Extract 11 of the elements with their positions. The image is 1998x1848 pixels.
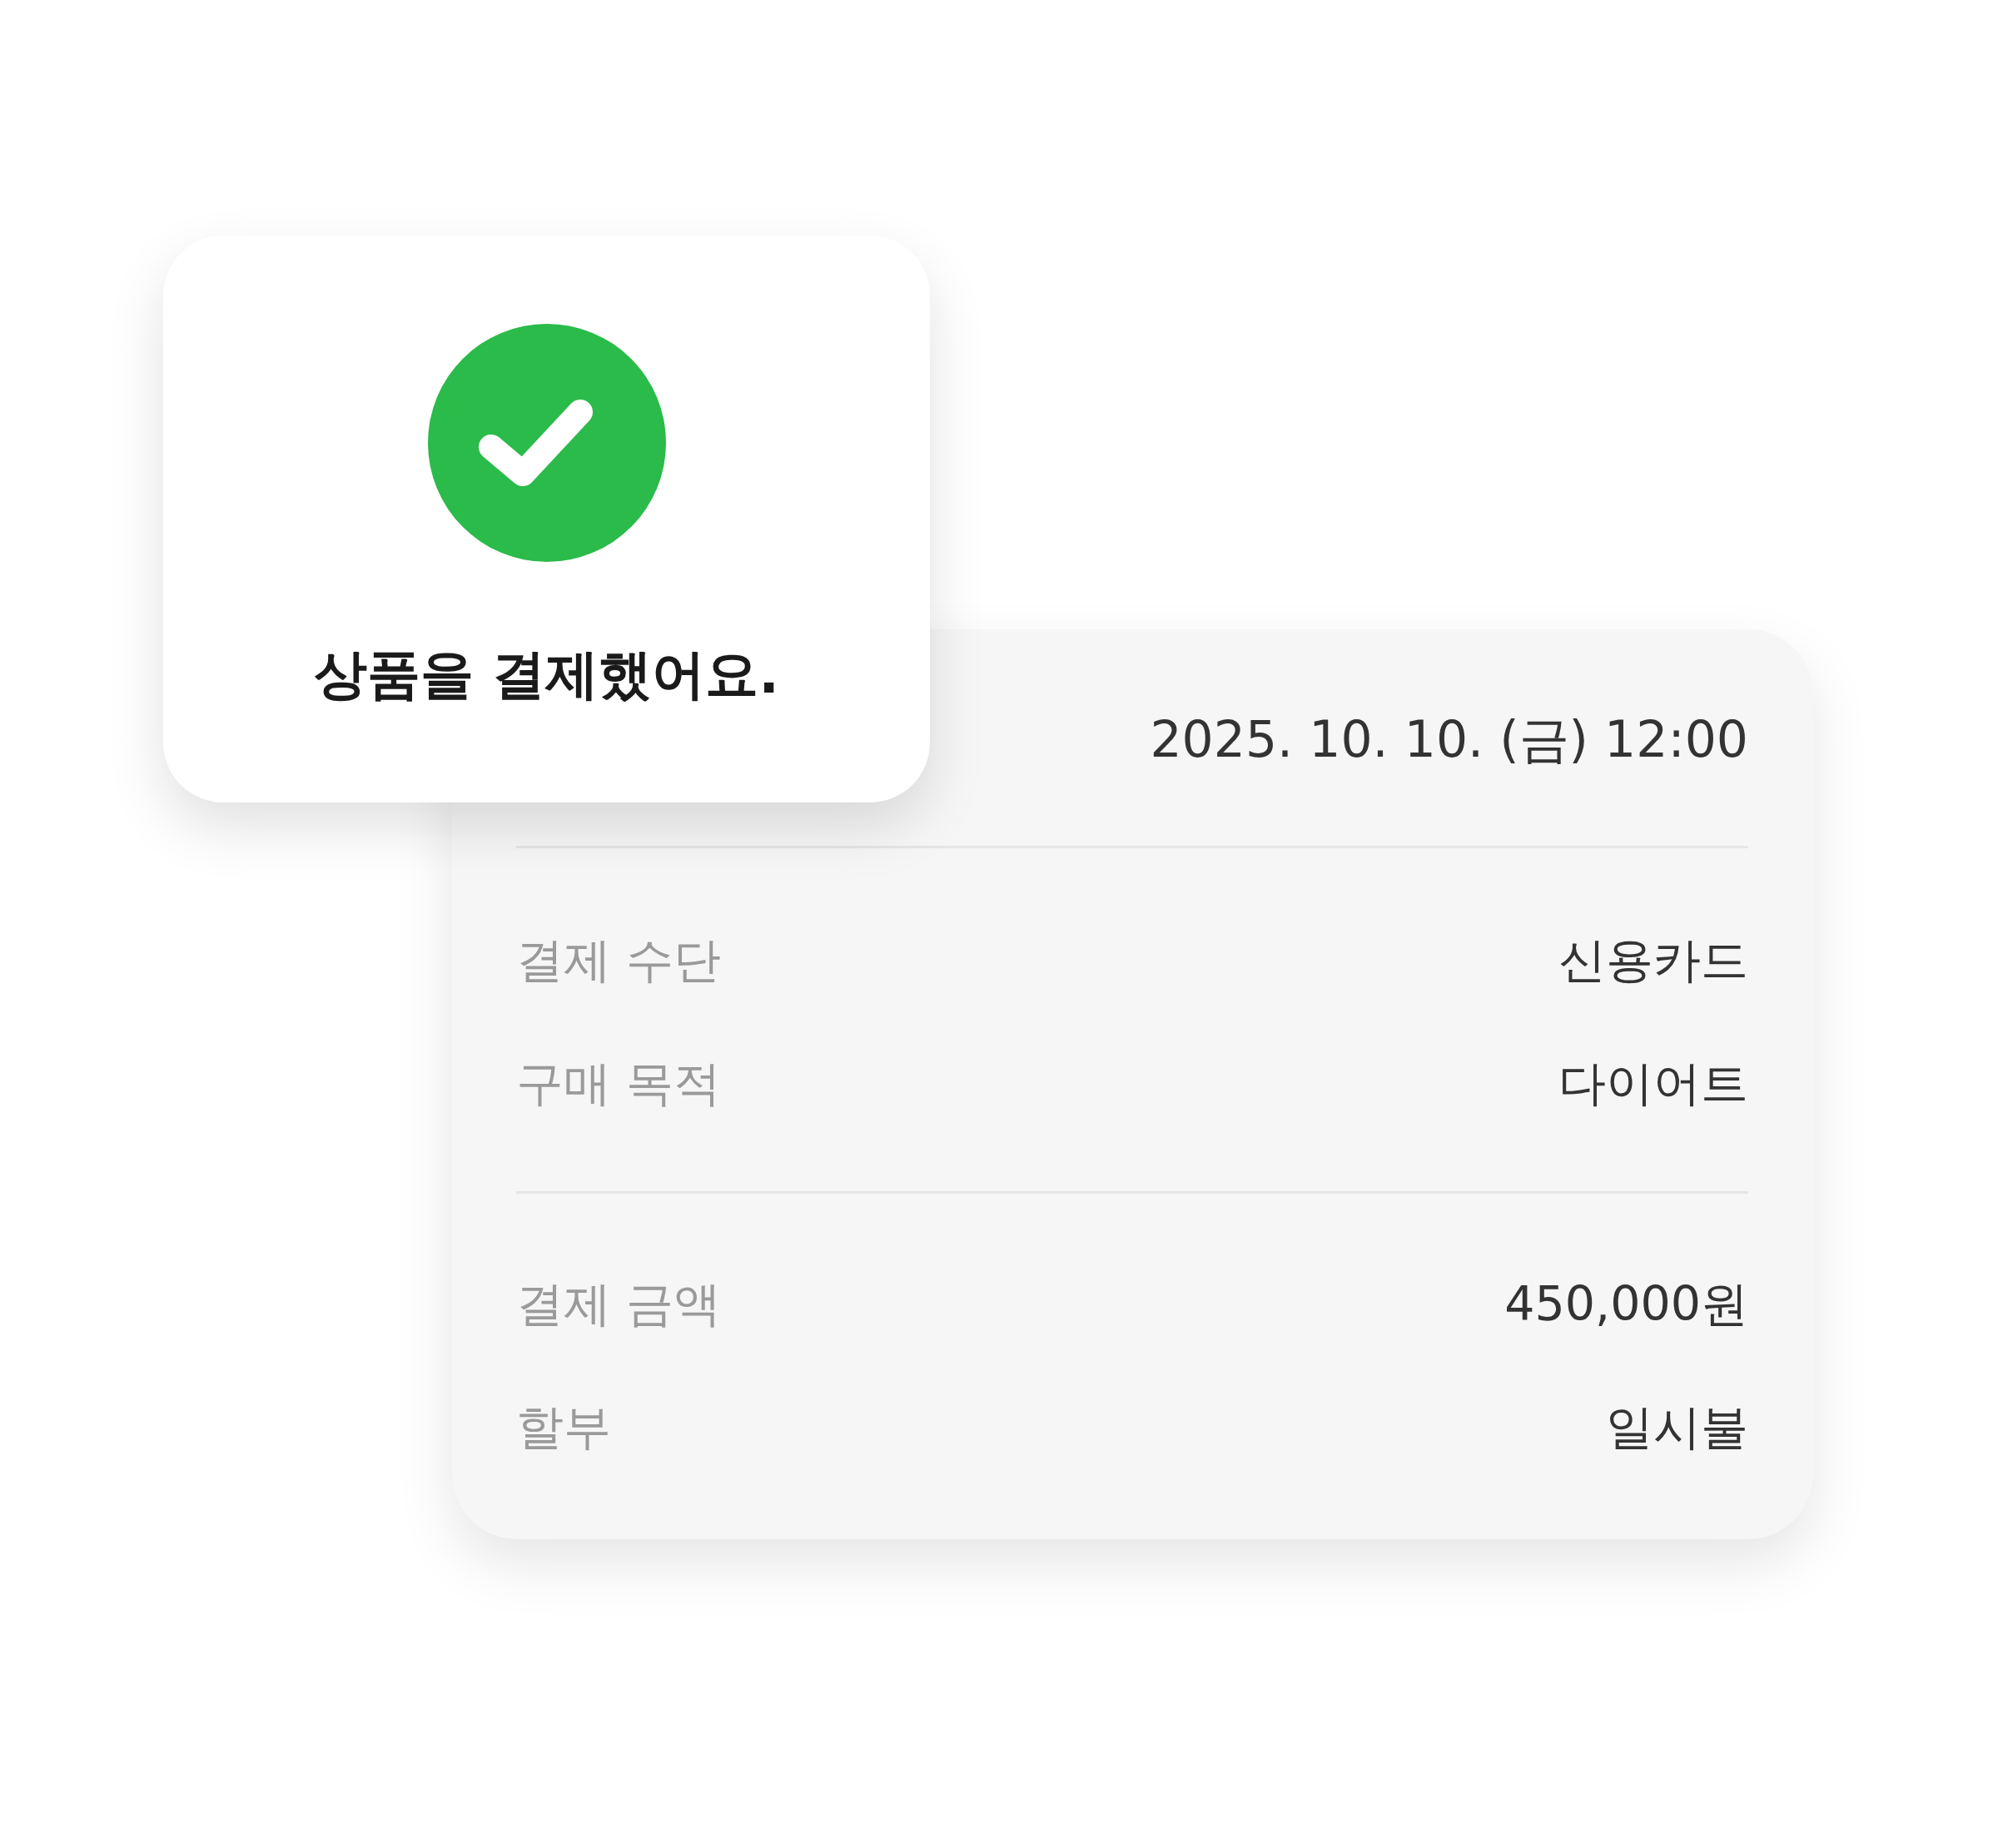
payment-datetime: 2025. 10. 10. (금) 12:00 <box>1150 709 1748 770</box>
field-value: 일시불 <box>1606 1398 1748 1457</box>
field-label: 할부 <box>516 1398 611 1457</box>
check-circle-icon <box>427 324 666 562</box>
field-value: 450,000원 <box>1504 1275 1748 1334</box>
field-label: 결제 수단 <box>516 931 722 990</box>
field-value: 다이어트 <box>1558 1055 1748 1113</box>
field-value: 신용카드 <box>1558 931 1748 990</box>
success-message: 상품을 결제했어요. <box>314 645 779 704</box>
field-label: 구매 목적 <box>516 1055 722 1113</box>
field-label: 결제 금액 <box>516 1275 722 1334</box>
